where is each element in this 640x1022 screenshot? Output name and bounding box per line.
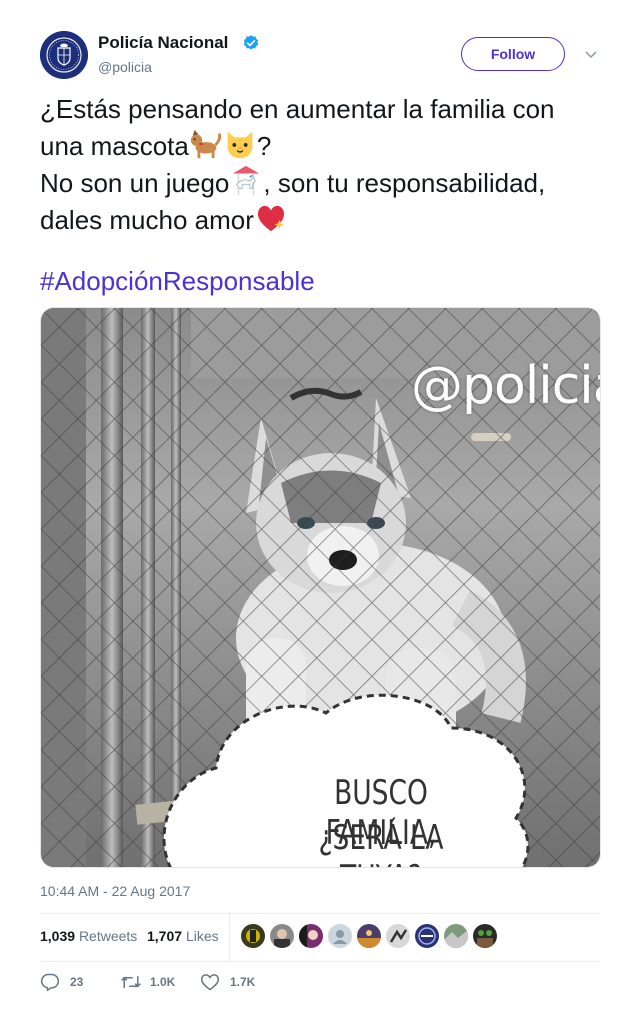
follow-button[interactable]: Follow <box>461 37 565 71</box>
liker-avatar-image <box>477 930 493 948</box>
sparkling-heart-emoji <box>257 205 285 232</box>
liker-avatar-image <box>299 924 318 948</box>
retweets-count: 1,039 <box>40 928 76 944</box>
tweet-text-segment: No son un juego <box>40 168 230 198</box>
author-handle[interactable]: @policia <box>98 59 152 75</box>
reply-count: 23 <box>70 975 84 989</box>
dog-emoji <box>190 129 221 159</box>
liker-avatar[interactable] <box>299 924 323 948</box>
media-watermark: @policia <box>411 356 600 416</box>
tweet-text-segment: una mascota <box>40 131 189 161</box>
reply-icon <box>40 973 60 992</box>
carousel-horse-emoji <box>233 165 260 196</box>
retweet-button[interactable]: 1.0K <box>120 972 190 992</box>
liker-avatar[interactable] <box>473 924 497 948</box>
like-button[interactable]: 1.7K <box>200 972 270 992</box>
author-avatar[interactable] <box>40 31 88 79</box>
likes-stat[interactable]: 1,707 Likes <box>147 928 219 944</box>
retweet-icon <box>121 976 141 988</box>
liker-avatar[interactable] <box>270 924 294 948</box>
liker-avatar-image <box>246 929 260 943</box>
tweet-text-line-2: una mascota ? <box>40 127 610 164</box>
tweet-text-line-1: ¿Estás pensando en aumentar la familia c… <box>40 94 555 124</box>
default-avatar-icon <box>333 930 347 944</box>
likes-label: Likes <box>185 928 219 944</box>
tweet-text-segment: dales mucho amor <box>40 205 254 235</box>
tweet-text-line-4: dales mucho amor <box>40 201 610 238</box>
retweet-count: 1.0K <box>150 975 176 989</box>
likes-count: 1,707 <box>147 928 183 944</box>
engagement-stats: 1,039 Retweets 1,707 Likes <box>40 913 600 961</box>
tweet-text-segment: ? <box>256 131 272 161</box>
tweet-text: ¿Estás pensando en aumentar la familia c… <box>40 91 610 238</box>
liker-avatar-image <box>357 930 381 948</box>
liker-avatar-image <box>274 929 290 948</box>
chevron-down-icon[interactable] <box>584 47 598 61</box>
retweets-stat[interactable]: 1,039 Retweets <box>40 928 137 944</box>
tweet-text-line-3: No son un juego , son tu responsabilidad… <box>40 164 610 201</box>
liker-avatar-image <box>389 929 408 943</box>
liker-avatar[interactable] <box>357 924 381 948</box>
tweet-card: Policía Nacional @policia Follow ¿Estás … <box>0 0 640 1022</box>
tweet-media-photo[interactable]: @policia BUSCO FAMILIA, ¿SERÁ LA TUYA? <box>40 307 601 868</box>
police-crest-icon <box>40 31 88 79</box>
stats-separator <box>229 913 230 961</box>
author-display-name[interactable]: Policía Nacional <box>98 33 228 53</box>
heart-icon <box>200 974 220 991</box>
cat-face-emoji <box>227 131 253 159</box>
reply-button[interactable]: 23 <box>40 972 100 992</box>
liker-avatar[interactable] <box>415 924 439 948</box>
divider <box>40 961 600 962</box>
liker-avatar-image <box>418 927 436 945</box>
liker-avatar[interactable] <box>444 924 468 948</box>
liker-avatar[interactable] <box>328 924 352 948</box>
verified-badge-icon <box>243 35 259 50</box>
hashtag-link[interactable]: #AdopciónResponsable <box>40 263 315 299</box>
liker-avatar-image <box>444 930 468 948</box>
tweet-text-segment: , son tu responsabilidad, <box>263 168 546 198</box>
liker-avatar[interactable] <box>386 924 410 948</box>
like-count: 1.7K <box>230 975 256 989</box>
bubble-text-line-2: ¿SERÁ LA TUYA? <box>318 818 444 867</box>
retweets-label: Retweets <box>78 928 138 944</box>
liker-avatar[interactable] <box>241 924 265 948</box>
tweet-timestamp[interactable]: 10:44 AM - 22 Aug 2017 <box>40 883 190 899</box>
